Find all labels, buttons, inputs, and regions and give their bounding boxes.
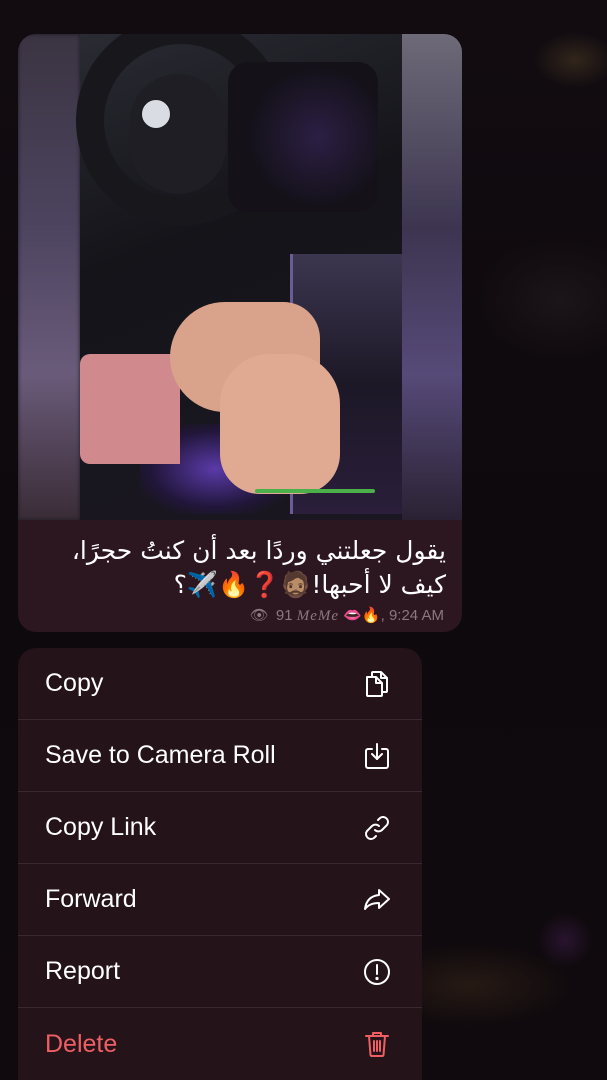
menu-item-label: Delete bbox=[45, 1029, 118, 1058]
photo-content bbox=[76, 34, 413, 520]
message-meta: 👁 91 MeMe 👄🔥, 9:24 AM bbox=[250, 606, 444, 625]
green-bracelet bbox=[255, 489, 375, 493]
menu-item-label: Copy Link bbox=[45, 813, 157, 841]
steering-wheel-hub bbox=[130, 74, 226, 194]
menu-item-label: Copy bbox=[45, 669, 104, 697]
dashboard-display bbox=[228, 62, 378, 212]
eye-icon: 👁 bbox=[249, 607, 269, 624]
photo-blur-right bbox=[402, 34, 462, 520]
photo-blur-left bbox=[18, 34, 80, 520]
post-signature: MeMe bbox=[296, 608, 340, 624]
menu-item-label: Save to Camera Roll bbox=[45, 741, 276, 769]
menu-item-delete[interactable]: Delete bbox=[18, 1008, 422, 1080]
message-photo[interactable] bbox=[18, 34, 462, 520]
signature-emojis: 👄🔥 bbox=[343, 607, 381, 624]
report-icon bbox=[360, 955, 394, 989]
link-icon bbox=[360, 811, 394, 845]
forward-icon bbox=[360, 883, 394, 917]
caption-line: كيف لا أحبها!🧔🏽❓🔥✈️؟ bbox=[173, 570, 446, 599]
message-bubble[interactable]: يقول جعلتني وردًا بعد أن كنتُ حجرًا، كيف… bbox=[18, 34, 462, 632]
menu-item-report[interactable]: Report bbox=[18, 936, 422, 1008]
menu-item-save-to-camera-roll[interactable]: Save to Camera Roll bbox=[18, 720, 422, 792]
meta-separator: , bbox=[380, 607, 389, 624]
menu-item-copy-link[interactable]: Copy Link bbox=[18, 792, 422, 864]
menu-item-copy[interactable]: Copy bbox=[18, 648, 422, 720]
message-caption: يقول جعلتني وردًا بعد أن كنتُ حجرًا، كيف… bbox=[34, 534, 446, 602]
trash-icon bbox=[360, 1027, 394, 1061]
arm bbox=[80, 354, 180, 464]
message-time: 9:24 AM bbox=[388, 607, 444, 624]
menu-item-label: Forward bbox=[45, 885, 137, 913]
context-menu: Copy Save to Camera Roll Copy Link Forwa… bbox=[18, 648, 422, 1080]
save-icon bbox=[360, 739, 394, 773]
hand bbox=[220, 354, 340, 494]
copy-icon bbox=[360, 667, 394, 701]
view-count: 91 bbox=[275, 607, 293, 624]
menu-item-label: Report bbox=[45, 957, 121, 985]
menu-item-forward[interactable]: Forward bbox=[18, 864, 422, 936]
caption-line: يقول جعلتني وردًا بعد أن كنتُ حجرًا، bbox=[71, 536, 446, 565]
car-logo bbox=[140, 98, 172, 130]
